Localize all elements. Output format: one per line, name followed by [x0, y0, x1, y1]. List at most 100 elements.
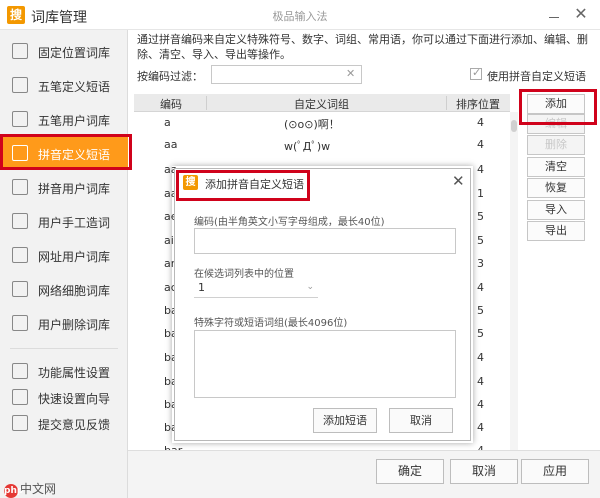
cancel-button[interactable]: 取消 [450, 459, 518, 484]
wand-icon [12, 389, 28, 405]
sidebar-item-label: 五笔定义短语 [38, 80, 111, 94]
delete-button[interactable]: 删除 [527, 135, 585, 155]
column-header-phrase[interactable]: 自定义词组 [294, 96, 349, 112]
row-phrase: (⊙o⊙)啊！ [284, 118, 340, 131]
code-input[interactable] [194, 228, 456, 254]
column-divider [446, 96, 447, 110]
edit-button[interactable]: 编辑 [527, 114, 585, 134]
pin-icon [12, 43, 28, 59]
sidebar-item-pinyin-phrase[interactable]: 拼音定义短语 [0, 136, 128, 170]
row-position: 4 [477, 281, 484, 294]
network-icon [12, 247, 28, 263]
row-code: a [164, 116, 171, 129]
ok-button[interactable]: 确定 [376, 459, 444, 484]
table-header: 编码 自定义词组 排序位置 [134, 94, 510, 112]
row-position: 4 [477, 351, 484, 364]
table-row[interactable]: aa w(ﾟДﾟ)w 4 [134, 134, 510, 160]
clear-icon[interactable]: ✕ [346, 67, 355, 80]
sidebar-item-label: 用户手工造词 [38, 216, 111, 230]
sidebar-item-manual-words[interactable]: 用户手工造词 [0, 204, 128, 238]
dialog-title: 添加拼音自定义短语 [205, 178, 304, 191]
row-position: 5 [477, 304, 484, 317]
column-header-position[interactable]: 排序位置 [456, 96, 500, 112]
table-scrollbar[interactable] [510, 112, 518, 452]
sidebar-item-cell-words[interactable]: 网络细胞词库 [0, 272, 128, 306]
center-title: 极品输入法 [272, 10, 328, 23]
add-phrase-button[interactable]: 添加短语 [313, 408, 377, 433]
restore-button[interactable]: 恢复 [527, 178, 585, 198]
scrollbar-thumb[interactable] [511, 120, 517, 132]
hand-icon [12, 213, 28, 229]
description-text: 通过拼音编码来自定义特殊符号、数字、词组、常用语，你可以通过下面进行添加、编辑、… [137, 33, 588, 61]
row-code: aa [164, 138, 178, 151]
use-custom-phrase-label: 使用拼音自定义短语 [487, 70, 586, 83]
feedback-icon [12, 415, 28, 431]
user-edit-icon [12, 77, 28, 93]
sidebar-item-wubi-phrase[interactable]: 五笔定义短语 [0, 68, 128, 102]
sidebar-item-label: 提交意见反馈 [38, 418, 111, 432]
sidebar-item-wubi-user[interactable]: 五笔用户词库 [0, 102, 128, 136]
chevron-down-icon: ⌄ [306, 282, 314, 292]
filter-label: 按编码过滤： [137, 70, 203, 83]
sidebar-item-label: 拼音定义短语 [38, 148, 111, 162]
row-position: 4 [477, 398, 484, 411]
position-field-label: 在候选词列表中的位置 [194, 269, 294, 280]
row-phrase: w(ﾟДﾟ)w [284, 140, 331, 153]
watermark-badge: php [4, 484, 24, 498]
add-phrase-dialog: 搜 添加拼音自定义短语 ✕ 编码(由半角英文小写字母组成，最长40位) 在候选词… [174, 168, 471, 441]
sidebar-item-fixed-position[interactable]: 固定位置词库 [0, 34, 128, 68]
clear-button[interactable]: 清空 [527, 157, 585, 177]
dialog-logo-icon: 搜 [183, 175, 198, 190]
trash-icon [12, 315, 28, 331]
sidebar-item-label: 功能属性设置 [38, 366, 111, 380]
row-position: 5 [477, 234, 484, 247]
position-select[interactable]: 1 ⌄ [194, 279, 318, 298]
sidebar-item-label: 快速设置向导 [38, 392, 111, 406]
export-button[interactable]: 导出 [527, 221, 585, 241]
dictionary-icon [12, 179, 28, 195]
settings-icon [12, 363, 28, 379]
watermark: php中文网 [4, 480, 56, 498]
dialog-cancel-button[interactable]: 取消 [389, 408, 453, 433]
sidebar-item-label: 固定位置词库 [38, 46, 111, 60]
code-field-label: 编码(由半角英文小写字母组成，最长40位) [194, 217, 385, 228]
sidebar-item-label: 网址用户词库 [38, 250, 111, 264]
sidebar-item-url-words[interactable]: 网址用户词库 [0, 238, 128, 272]
phrase-textarea[interactable] [194, 330, 456, 398]
row-position: 4 [477, 421, 484, 434]
minimize-icon[interactable] [546, 7, 562, 23]
add-button[interactable]: 添加 [527, 94, 585, 114]
row-position: 5 [477, 210, 484, 223]
filter-input[interactable] [211, 65, 362, 84]
row-position: 4 [477, 116, 484, 129]
sidebar-divider [10, 348, 118, 349]
sidebar-item-label: 五笔用户词库 [38, 114, 111, 128]
apply-button[interactable]: 应用 [521, 459, 589, 484]
row-position: 4 [477, 375, 484, 388]
sidebar-item-deleted-words[interactable]: 用户删除词库 [0, 306, 128, 340]
sidebar-item-pinyin-user[interactable]: 拼音用户词库 [0, 170, 128, 204]
import-button[interactable]: 导入 [527, 200, 585, 220]
cell-icon [12, 281, 28, 297]
dialog-close-icon[interactable]: ✕ [452, 172, 465, 190]
column-header-code[interactable]: 编码 [160, 96, 182, 112]
watermark-text: 中文网 [20, 482, 57, 496]
edit-icon [12, 111, 28, 127]
sidebar-item-feedback[interactable]: 提交意见反馈 [0, 406, 128, 440]
row-position: 5 [477, 327, 484, 340]
sidebar-item-label: 用户删除词库 [38, 318, 111, 332]
phrase-icon [12, 145, 28, 161]
row-position: 3 [477, 257, 484, 270]
close-icon[interactable]: ✕ [572, 5, 590, 23]
title-bar: 搜 词库管理 极品输入法 ✕ [0, 0, 600, 30]
text-field-label: 特殊字符或短语词组(最长4096位) [194, 318, 348, 329]
row-position: 4 [477, 163, 484, 176]
use-custom-phrase-checkbox[interactable] [470, 66, 482, 80]
row-position: 1 [477, 187, 484, 200]
row-position: 4 [477, 138, 484, 151]
sidebar: 固定位置词库 五笔定义短语 五笔用户词库 拼音定义短语 拼音用户词库 用户手工造… [0, 30, 128, 498]
position-select-value: 1 [198, 281, 205, 294]
sidebar-item-label: 拼音用户词库 [38, 182, 111, 196]
column-divider [206, 96, 207, 110]
sidebar-item-label: 网络细胞词库 [38, 284, 111, 298]
